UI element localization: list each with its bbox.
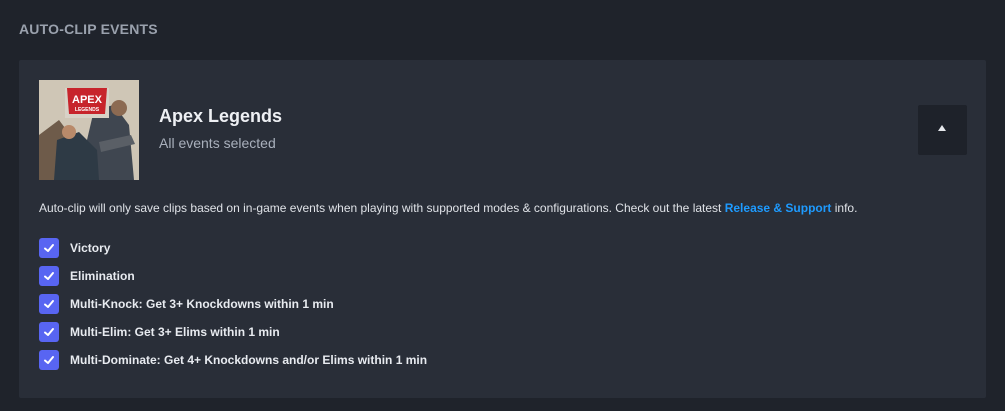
event-checkbox[interactable] [39, 322, 59, 342]
release-support-link[interactable]: Release & Support [725, 201, 832, 215]
section-title: AUTO-CLIP EVENTS [19, 21, 158, 37]
chevron-up-icon [938, 125, 946, 131]
game-selection-status: All events selected [159, 135, 276, 151]
event-label: Elimination [70, 269, 135, 283]
description-suffix: info. [831, 201, 858, 215]
check-icon [44, 300, 54, 308]
description-text: Auto-clip will only save clips based on … [39, 201, 725, 215]
event-checkbox[interactable] [39, 350, 59, 370]
game-card: APEX LEGENDS Apex Legends All events sel… [19, 60, 986, 398]
event-checkbox[interactable] [39, 294, 59, 314]
logo-text: APEX [72, 94, 103, 106]
event-checkbox[interactable] [39, 238, 59, 258]
check-icon [44, 272, 54, 280]
event-label: Multi-Dominate: Get 4+ Knockdowns and/or… [70, 353, 428, 367]
auto-clip-description: Auto-clip will only save clips based on … [39, 201, 857, 215]
event-label: Multi-Elim: Get 3+ Elims within 1 min [70, 325, 280, 339]
game-thumbnail: APEX LEGENDS [39, 80, 139, 180]
apex-legends-art-image: APEX LEGENDS [39, 80, 139, 180]
check-icon [44, 328, 54, 336]
check-icon [44, 356, 54, 364]
check-icon [44, 244, 54, 252]
event-checkbox[interactable] [39, 266, 59, 286]
auto-clip-panel: AUTO-CLIP EVENTS APEX LEGENDS Apex Legen… [0, 0, 1005, 411]
event-label: Victory [70, 241, 111, 255]
game-title: Apex Legends [159, 106, 283, 126]
logo-subtext: LEGENDS [75, 107, 100, 113]
collapse-button[interactable] [918, 105, 967, 155]
event-label: Multi-Knock: Get 3+ Knockdowns within 1 … [70, 297, 334, 311]
